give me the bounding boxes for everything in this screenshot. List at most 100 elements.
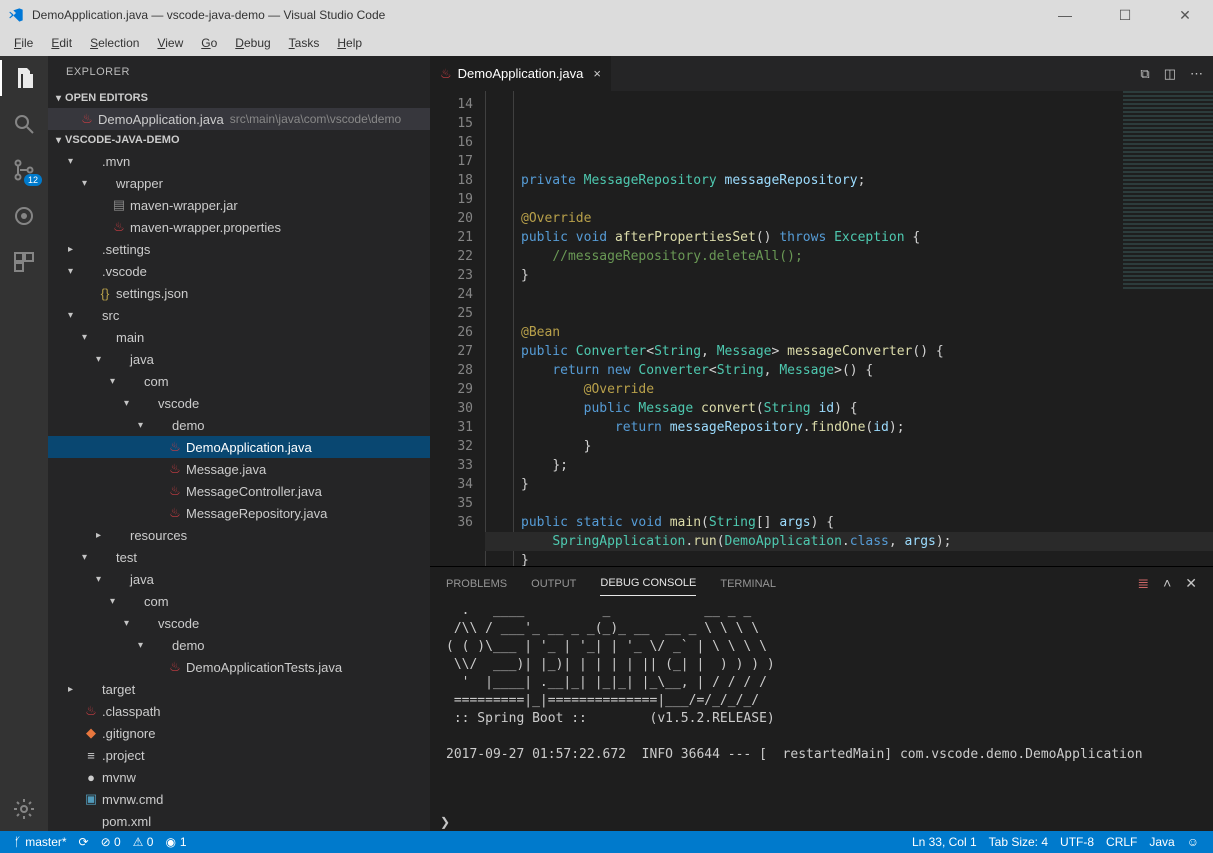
panel-filter-icon[interactable]: ≣ (1137, 575, 1149, 592)
minimap[interactable] (1123, 91, 1213, 291)
tree-item--project[interactable]: ≡.project (48, 744, 430, 766)
workspace-header[interactable]: ▾VSCODE-JAVA-DEMO (48, 130, 430, 150)
code-area[interactable]: private MessageRepository messageReposit… (485, 91, 1213, 566)
java-icon: ♨ (166, 505, 184, 521)
status-errors[interactable]: ⊘ 0 (95, 835, 127, 849)
tree-item-com[interactable]: ▾com (48, 590, 430, 612)
panel-collapse-icon[interactable]: ˄ (1163, 575, 1171, 592)
status-encoding[interactable]: UTF-8 (1054, 835, 1100, 849)
menu-selection[interactable]: Selection (82, 32, 147, 54)
vscode-logo-icon (8, 7, 24, 23)
panel-tab-debug-console[interactable]: DEBUG CONSOLE (600, 571, 696, 596)
editor-pane[interactable]: 1415161718192021222324252627282930313233… (430, 91, 1213, 566)
jar-icon: ▤ (110, 197, 128, 213)
menu-go[interactable]: Go (193, 32, 225, 54)
tree-item-mvnw-cmd[interactable]: ▣mvnw.cmd (48, 788, 430, 810)
tree-item-test[interactable]: ▾test (48, 546, 430, 568)
debug-console-input[interactable]: ❯ (430, 813, 1213, 831)
java-icon: ♨ (166, 439, 184, 455)
tree-item-vscode[interactable]: ▾vscode (48, 612, 430, 634)
debug-tab[interactable] (10, 202, 38, 230)
settings-tab[interactable] (10, 795, 38, 823)
menu-edit[interactable]: Edit (43, 32, 80, 54)
split-editor-icon[interactable]: ◫ (1164, 66, 1176, 82)
compare-icon[interactable]: ⧉ (1140, 66, 1149, 82)
panel-tab-problems[interactable]: PROBLEMS (446, 572, 507, 596)
open-editor-item[interactable]: ♨ DemoApplication.java src\main\java\com… (48, 108, 430, 130)
tree-item--mvn[interactable]: ▾.mvn (48, 150, 430, 172)
tree-item-java[interactable]: ▾java (48, 568, 430, 590)
extensions-tab[interactable] (10, 248, 38, 276)
tree-item-demoapplication-java[interactable]: ♨DemoApplication.java (48, 436, 430, 458)
editor-tabs: ♨ DemoApplication.java × ⧉ ◫ ⋯ (430, 56, 1213, 91)
tree-item-demo[interactable]: ▾demo (48, 634, 430, 656)
menubar: FileEditSelectionViewGoDebugTasksHelp (0, 30, 1213, 56)
status-branch[interactable]: ᚶ master* (8, 835, 73, 849)
line-gutter: 1415161718192021222324252627282930313233… (430, 91, 485, 566)
titlebar: DemoApplication.java — vscode-java-demo … (0, 0, 1213, 30)
menu-view[interactable]: View (149, 32, 191, 54)
search-tab[interactable] (10, 110, 38, 138)
status-ln-col[interactable]: Ln 33, Col 1 (906, 835, 983, 849)
status-feedback[interactable]: ☺ (1181, 835, 1205, 849)
tree-item-demoapplicationtests-java[interactable]: ♨DemoApplicationTests.java (48, 656, 430, 678)
panel-tab-terminal[interactable]: TERMINAL (720, 572, 776, 596)
panel-tab-output[interactable]: OUTPUT (531, 572, 576, 596)
tree-item--classpath[interactable]: ♨.classpath (48, 700, 430, 722)
tree-item-messagerepository-java[interactable]: ♨MessageRepository.java (48, 502, 430, 524)
more-actions-icon[interactable]: ⋯ (1190, 66, 1203, 82)
menu-help[interactable]: Help (329, 32, 370, 54)
tree-item-mvnw[interactable]: ●mvnw (48, 766, 430, 788)
cmd-icon: ▣ (82, 791, 100, 807)
status-sync[interactable]: ⟳ (73, 835, 95, 849)
tree-item--vscode[interactable]: ▾.vscode (48, 260, 430, 282)
close-tab-icon[interactable]: × (593, 66, 601, 81)
tree-item-settings-json[interactable]: {}settings.json (48, 282, 430, 304)
debug-console-output[interactable]: . ____ _ __ _ _ /\\ / ___'_ __ _ _(_)_ _… (430, 596, 1213, 813)
java-icon: ♨ (166, 483, 184, 499)
tree-item-message-java[interactable]: ♨Message.java (48, 458, 430, 480)
status-debug[interactable]: ◉ 1 (159, 835, 192, 849)
scm-tab[interactable]: 12 (10, 156, 38, 184)
java-icon: ♨ (166, 659, 184, 675)
tree-item-messagecontroller-java[interactable]: ♨MessageController.java (48, 480, 430, 502)
panel-close-icon[interactable]: ✕ (1185, 575, 1197, 592)
tree-item-vscode[interactable]: ▾vscode (48, 392, 430, 414)
java-icon: ♨ (82, 703, 100, 719)
explorer-sidebar: EXPLORER ▾OPEN EDITORS ♨ DemoApplication… (48, 56, 430, 831)
window-title: DemoApplication.java — vscode-java-demo … (32, 8, 1045, 22)
tree-item-maven-wrapper-properties[interactable]: ♨maven-wrapper.properties (48, 216, 430, 238)
maximize-button[interactable]: ☐ (1105, 7, 1145, 24)
java-icon: ♨ (78, 111, 96, 127)
tree-item-com[interactable]: ▾com (48, 370, 430, 392)
menu-file[interactable]: File (6, 32, 41, 54)
menu-debug[interactable]: Debug (227, 32, 278, 54)
json-icon: {} (96, 286, 114, 301)
file-icon: ≡ (82, 748, 100, 763)
tree-item-main[interactable]: ▾main (48, 326, 430, 348)
status-tab-size[interactable]: Tab Size: 4 (983, 835, 1054, 849)
tab-demoapplication[interactable]: ♨ DemoApplication.java × (430, 56, 612, 91)
menu-tasks[interactable]: Tasks (281, 32, 328, 54)
explorer-tab[interactable] (10, 64, 38, 92)
tree-item-demo[interactable]: ▾demo (48, 414, 430, 436)
minimize-button[interactable]: — (1045, 7, 1085, 24)
file-tree: ▾.mvn▾wrapper▤maven-wrapper.jar♨maven-wr… (48, 150, 430, 831)
status-warnings[interactable]: ⚠ 0 (127, 835, 160, 849)
tree-item-src[interactable]: ▾src (48, 304, 430, 326)
tree-item-maven-wrapper-jar[interactable]: ▤maven-wrapper.jar (48, 194, 430, 216)
tree-item--gitignore[interactable]: ◆.gitignore (48, 722, 430, 744)
tree-item--settings[interactable]: ▸.settings (48, 238, 430, 260)
tree-item-resources[interactable]: ▸resources (48, 524, 430, 546)
open-editors-header[interactable]: ▾OPEN EDITORS (48, 88, 430, 108)
bottom-panel: PROBLEMSOUTPUTDEBUG CONSOLETERMINAL ≣ ˄ … (430, 566, 1213, 831)
tree-item-java[interactable]: ▾java (48, 348, 430, 370)
close-button[interactable]: ✕ (1165, 7, 1205, 24)
tree-item-wrapper[interactable]: ▾wrapper (48, 172, 430, 194)
statusbar: ᚶ master* ⟳ ⊘ 0 ⚠ 0 ◉ 1 Ln 33, Col 1 Tab… (0, 831, 1213, 853)
status-language[interactable]: Java (1143, 835, 1180, 849)
tree-item-pom-xml[interactable]: pom.xml (48, 810, 430, 831)
tree-item-target[interactable]: ▸target (48, 678, 430, 700)
status-eol[interactable]: CRLF (1100, 835, 1143, 849)
sidebar-title: EXPLORER (48, 56, 430, 88)
